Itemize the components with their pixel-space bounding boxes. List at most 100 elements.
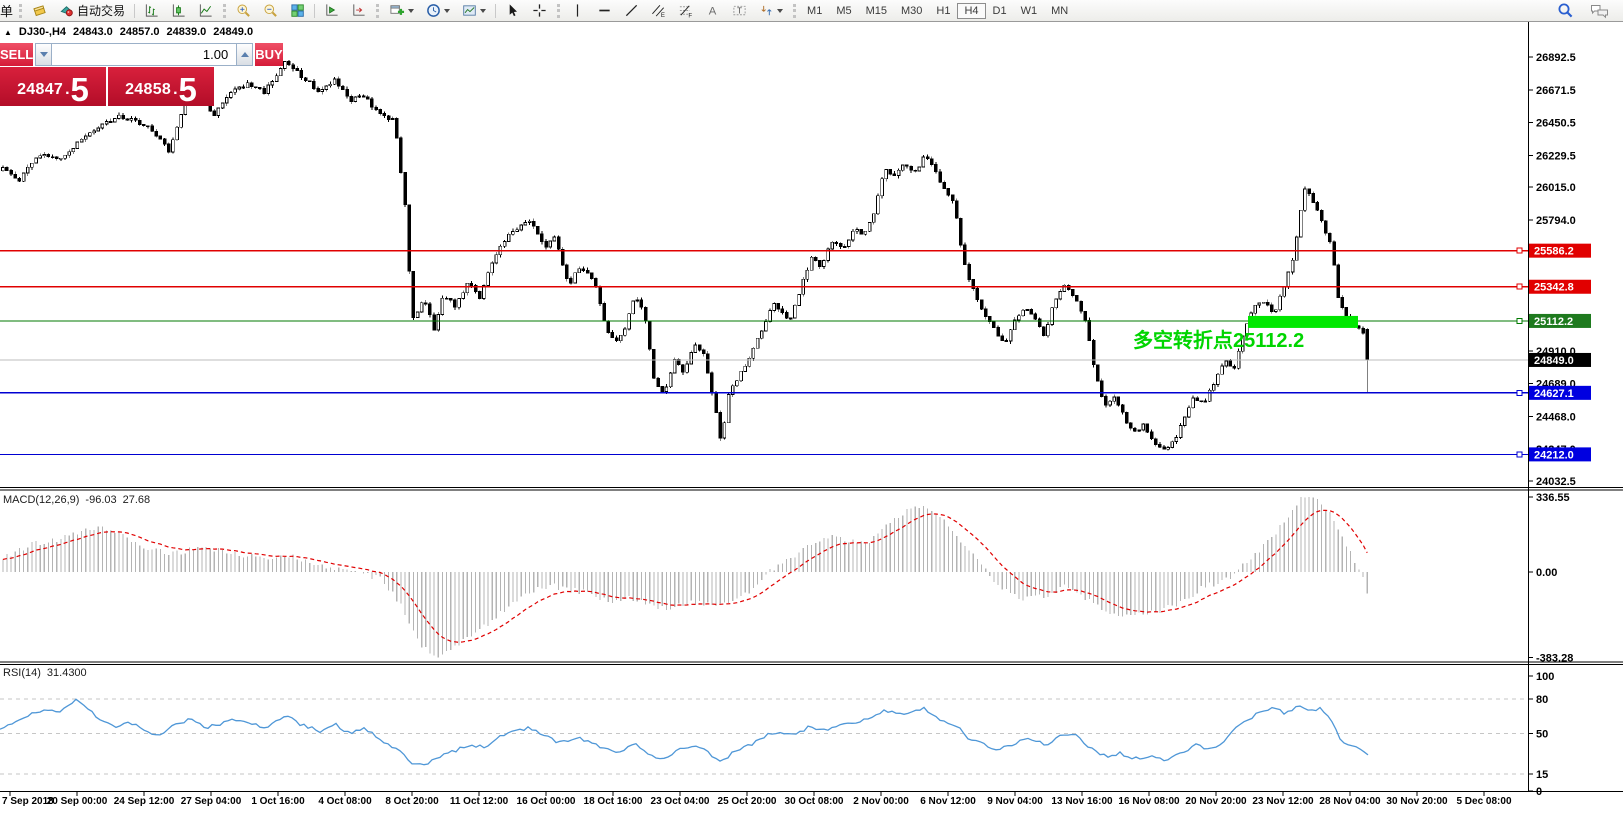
- autotrade-icon: [59, 3, 74, 18]
- labelt-icon: T: [732, 3, 747, 18]
- collapse-marker-icon: ▲: [4, 28, 12, 37]
- macd-indicator-label: MACD(12,26,9) -96.03 27.68: [3, 494, 150, 506]
- buy-price-display[interactable]: 24858.5: [108, 67, 214, 106]
- ohlc-close: 24849.0: [213, 26, 253, 38]
- channel-icon: E: [651, 3, 666, 18]
- timeframe-bar: M1M5M15M30H1H4D1W1MN: [789, 3, 1075, 19]
- chart-canvas[interactable]: 26892.526671.526450.526229.526015.025794…: [0, 0, 1623, 820]
- timeframe-h1-button[interactable]: H1: [929, 3, 957, 19]
- svg-text:A: A: [709, 5, 717, 17]
- trendline-tool-button[interactable]: [618, 1, 645, 20]
- timeframe-h4-button[interactable]: H4: [957, 3, 985, 19]
- linechart-icon: [198, 3, 213, 18]
- symbol-ohlc-line: ▲ DJ30-,H4 24843.0 24857.0 24839.0 24849…: [4, 26, 253, 38]
- buy-button[interactable]: BUY: [255, 43, 282, 66]
- zoom-out-button[interactable]: [257, 1, 284, 20]
- timeframe-d1-button[interactable]: D1: [986, 3, 1014, 19]
- zoom-in-button[interactable]: [230, 1, 257, 20]
- volume-input[interactable]: [52, 43, 236, 66]
- new-chart-button[interactable]: [383, 1, 420, 20]
- toolbar-separator: [314, 4, 315, 18]
- price-dot: .: [173, 81, 177, 99]
- zoomout-icon: [263, 3, 278, 18]
- toolbar-separator: [134, 4, 135, 18]
- macd-name: MACD(12,26,9): [3, 494, 79, 506]
- notebook-icon: [32, 3, 47, 18]
- toolbar-separator: [495, 4, 496, 18]
- tile-icon: [290, 3, 305, 18]
- rsi-value: 31.4300: [47, 667, 87, 679]
- sell-price-display[interactable]: 24847.5: [0, 67, 106, 106]
- chevron-down-icon: [777, 9, 783, 13]
- periods-button[interactable]: [420, 1, 456, 20]
- vertical-line-tool-button[interactable]: [564, 1, 591, 20]
- chevron-down-icon: [480, 9, 486, 13]
- volume-decrease-button[interactable]: [35, 43, 52, 66]
- price-axis[interactable]: [1528, 22, 1623, 791]
- chart-shift-button[interactable]: [345, 1, 372, 20]
- toolbar-separator: [793, 4, 796, 18]
- texta-icon: A: [705, 3, 720, 18]
- tile-windows-button[interactable]: [284, 1, 311, 20]
- toolbar-button-label: 自动交易: [77, 2, 125, 19]
- bar-chart-mode-button[interactable]: [138, 1, 165, 20]
- candlechart-icon: [171, 3, 186, 18]
- triangle-up-icon: [241, 52, 249, 57]
- ohlc-open: 24843.0: [73, 26, 113, 38]
- horizontal-line-tool-button[interactable]: [591, 1, 618, 20]
- triangle-down-icon: [40, 52, 48, 57]
- time-axis[interactable]: [0, 792, 1623, 810]
- templates-button[interactable]: [456, 1, 492, 20]
- arrows-tool-button[interactable]: [753, 1, 789, 20]
- text-label-tool-button[interactable]: T: [726, 1, 753, 20]
- price-big-digit: 5: [179, 76, 197, 103]
- sell-button[interactable]: SELL: [0, 43, 33, 66]
- price-integer: 24847: [17, 81, 63, 99]
- symbol-title: DJ30-,H4: [19, 26, 66, 38]
- search-button[interactable]: [1557, 2, 1574, 19]
- macd-signal-value: 27.68: [123, 494, 151, 506]
- fibonacci-tool-button[interactable]: F: [672, 1, 699, 20]
- svg-text:F: F: [688, 13, 692, 18]
- rsi-indicator-label: RSI(14) 31.4300: [3, 667, 87, 679]
- timeframe-w1-button[interactable]: W1: [1014, 3, 1045, 19]
- clock-icon: [426, 3, 441, 18]
- barchart-icon: [144, 3, 159, 18]
- hline-icon: [597, 3, 612, 18]
- template-icon: [462, 3, 477, 18]
- arrows-icon: [759, 3, 774, 18]
- chat-button[interactable]: [1590, 3, 1609, 19]
- chevron-down-icon: [444, 9, 450, 13]
- rsi-name: RSI(14): [3, 667, 41, 679]
- cursor-tool-button[interactable]: [499, 1, 526, 20]
- line-chart-mode-button[interactable]: [192, 1, 219, 20]
- autotrading-button[interactable]: 自动交易: [53, 1, 131, 20]
- equidistant-channel-tool-button[interactable]: E: [645, 1, 672, 20]
- macd-value: -96.03: [85, 494, 116, 506]
- price-dot: .: [65, 81, 69, 99]
- timeframe-m5-button[interactable]: M5: [829, 3, 858, 19]
- cursor-icon: [505, 3, 520, 18]
- new-order-button[interactable]: [26, 1, 53, 20]
- annotation-text[interactable]: 多空转折点25112.2: [1133, 324, 1304, 353]
- candlestick-mode-button[interactable]: [165, 1, 192, 20]
- ohlc-low: 24839.0: [167, 26, 207, 38]
- vline-icon: [570, 3, 585, 18]
- volume-increase-button[interactable]: [236, 43, 253, 66]
- auto-scroll-button[interactable]: [318, 1, 345, 20]
- menu-fragment-label: 单: [0, 1, 15, 20]
- price-integer: 24858: [125, 81, 171, 99]
- crosshair-tool-button[interactable]: [526, 1, 553, 20]
- autoscroll-icon: [324, 3, 339, 18]
- timeframe-m30-button[interactable]: M30: [894, 3, 929, 19]
- svg-text:T: T: [737, 6, 742, 15]
- zoomin-icon: [236, 3, 251, 18]
- timeframe-m15-button[interactable]: M15: [859, 3, 894, 19]
- toolbar: 单 自动交易 E F A T M1M5M15M30H1H4D1W1MN: [0, 0, 1623, 22]
- timeframe-m1-button[interactable]: M1: [800, 3, 829, 19]
- toolbar-groups: 自动交易 E F A T: [15, 1, 789, 20]
- text-tool-button[interactable]: A: [699, 1, 726, 20]
- one-click-trade-panel: SELL BUY 24847.5 24858.5: [0, 43, 214, 106]
- ohlc-high: 24857.0: [120, 26, 160, 38]
- timeframe-mn-button[interactable]: MN: [1044, 3, 1075, 19]
